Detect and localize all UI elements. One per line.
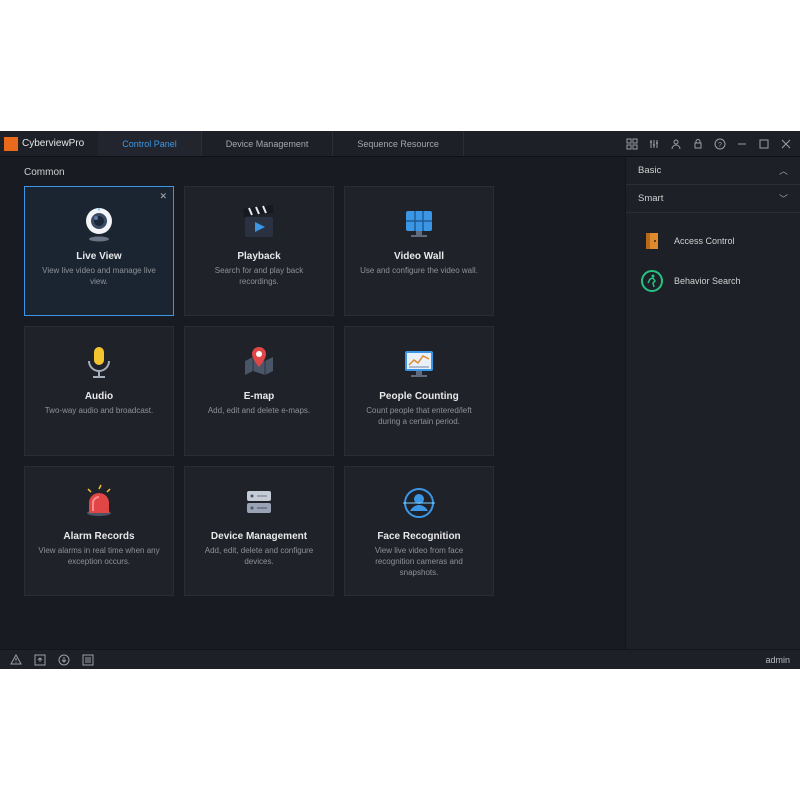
chart-icon (399, 343, 439, 383)
minimize-icon[interactable] (736, 138, 748, 150)
card-desc: Count people that entered/left during a … (355, 406, 483, 428)
card-face-recognition[interactable]: Face Recognition View live video from fa… (344, 466, 494, 596)
sidebar-section-label: Smart (638, 193, 663, 204)
tab-control-panel[interactable]: Control Panel (98, 131, 202, 156)
running-person-icon (640, 269, 664, 293)
card-title: Device Management (211, 531, 307, 542)
alarm-icon (79, 483, 119, 523)
close-icon[interactable]: ✕ (159, 191, 167, 202)
sidebar-item-label: Access Control (674, 236, 735, 246)
content: Common ✕ Live View View live video and m… (0, 157, 625, 649)
help-icon[interactable]: ? (714, 138, 726, 150)
settings-icon[interactable] (648, 138, 660, 150)
tab-device-management[interactable]: Device Management (202, 131, 334, 156)
video-wall-icon (399, 203, 439, 243)
close-icon[interactable] (780, 138, 792, 150)
tabs: Control Panel Device Management Sequence… (98, 131, 464, 156)
card-title: People Counting (379, 391, 458, 402)
card-desc: View live video and manage live view. (35, 266, 163, 288)
upload-icon[interactable] (34, 654, 46, 666)
card-grid: ✕ Live View View live video and manage l… (24, 186, 609, 596)
face-scan-icon (399, 483, 439, 523)
sidebar-item-behavior-search[interactable]: Behavior Search (636, 261, 790, 301)
sidebar-section-smart[interactable]: Smart ﹀ (626, 185, 800, 213)
sidebar-item-access-control[interactable]: Access Control (636, 221, 790, 261)
card-emap[interactable]: E-map Add, edit and delete e-maps. (184, 326, 334, 456)
sidebar-section-basic[interactable]: Basic ︿ (626, 157, 800, 185)
card-title: E-map (244, 391, 275, 402)
titlebar: CyberviewPro Control Panel Device Manage… (0, 131, 800, 157)
statusbar: admin (0, 649, 800, 669)
sidebar: Basic ︿ Smart ﹀ Access Control (625, 157, 800, 649)
app-logo: CyberviewPro (0, 137, 92, 151)
download-icon[interactable] (58, 654, 70, 666)
card-people-counting[interactable]: People Counting Count people that entere… (344, 326, 494, 456)
sidebar-item-label: Behavior Search (674, 276, 741, 286)
section-label-common: Common (24, 167, 609, 178)
app-window: CyberviewPro Control Panel Device Manage… (0, 131, 800, 669)
user-icon[interactable] (670, 138, 682, 150)
card-desc: Use and configure the video wall. (360, 266, 478, 277)
app-name: CyberviewPro (22, 138, 84, 149)
card-video-wall[interactable]: Video Wall Use and configure the video w… (344, 186, 494, 316)
sidebar-section-label: Basic (638, 165, 661, 176)
card-device-management[interactable]: Device Management Add, edit, delete and … (184, 466, 334, 596)
tab-sequence-resource[interactable]: Sequence Resource (333, 131, 464, 156)
card-title: Video Wall (394, 251, 444, 262)
sidebar-items: Access Control Behavior Search (626, 213, 800, 309)
lock-icon[interactable] (692, 138, 704, 150)
card-desc: Search for and play back recordings. (195, 266, 323, 288)
card-title: Audio (85, 391, 113, 402)
chevron-down-icon: ﹀ (779, 192, 788, 205)
map-pin-icon (239, 343, 279, 383)
card-live-view[interactable]: ✕ Live View View live video and manage l… (24, 186, 174, 316)
microphone-icon (79, 343, 119, 383)
status-user[interactable]: admin (765, 655, 790, 665)
card-alarm-records[interactable]: Alarm Records View alarms in real time w… (24, 466, 174, 596)
card-title: Face Recognition (377, 531, 460, 542)
warning-icon[interactable] (10, 654, 22, 666)
status-icons (10, 654, 94, 666)
card-title: Playback (237, 251, 280, 262)
card-desc: View alarms in real time when any except… (35, 546, 163, 568)
card-desc: Add, edit, delete and configure devices. (195, 546, 323, 568)
card-title: Live View (76, 251, 121, 262)
card-desc: Two-way audio and broadcast. (45, 406, 154, 417)
webcam-icon (79, 203, 119, 243)
card-audio[interactable]: Audio Two-way audio and broadcast. (24, 326, 174, 456)
maximize-icon[interactable] (758, 138, 770, 150)
grid-icon[interactable] (626, 138, 638, 150)
door-icon (640, 229, 664, 253)
card-title: Alarm Records (63, 531, 134, 542)
card-desc: View live video from face recognition ca… (355, 546, 483, 578)
main-area: Common ✕ Live View View live video and m… (0, 157, 800, 649)
logo-icon (4, 137, 18, 151)
chevron-up-icon: ︿ (779, 164, 788, 177)
card-playback[interactable]: Playback Search for and play back record… (184, 186, 334, 316)
list-icon[interactable] (82, 654, 94, 666)
titlebar-icons: ? (626, 138, 800, 150)
card-desc: Add, edit and delete e-maps. (208, 406, 310, 417)
server-icon (239, 483, 279, 523)
svg-text:?: ? (718, 142, 722, 149)
clapperboard-icon (239, 203, 279, 243)
